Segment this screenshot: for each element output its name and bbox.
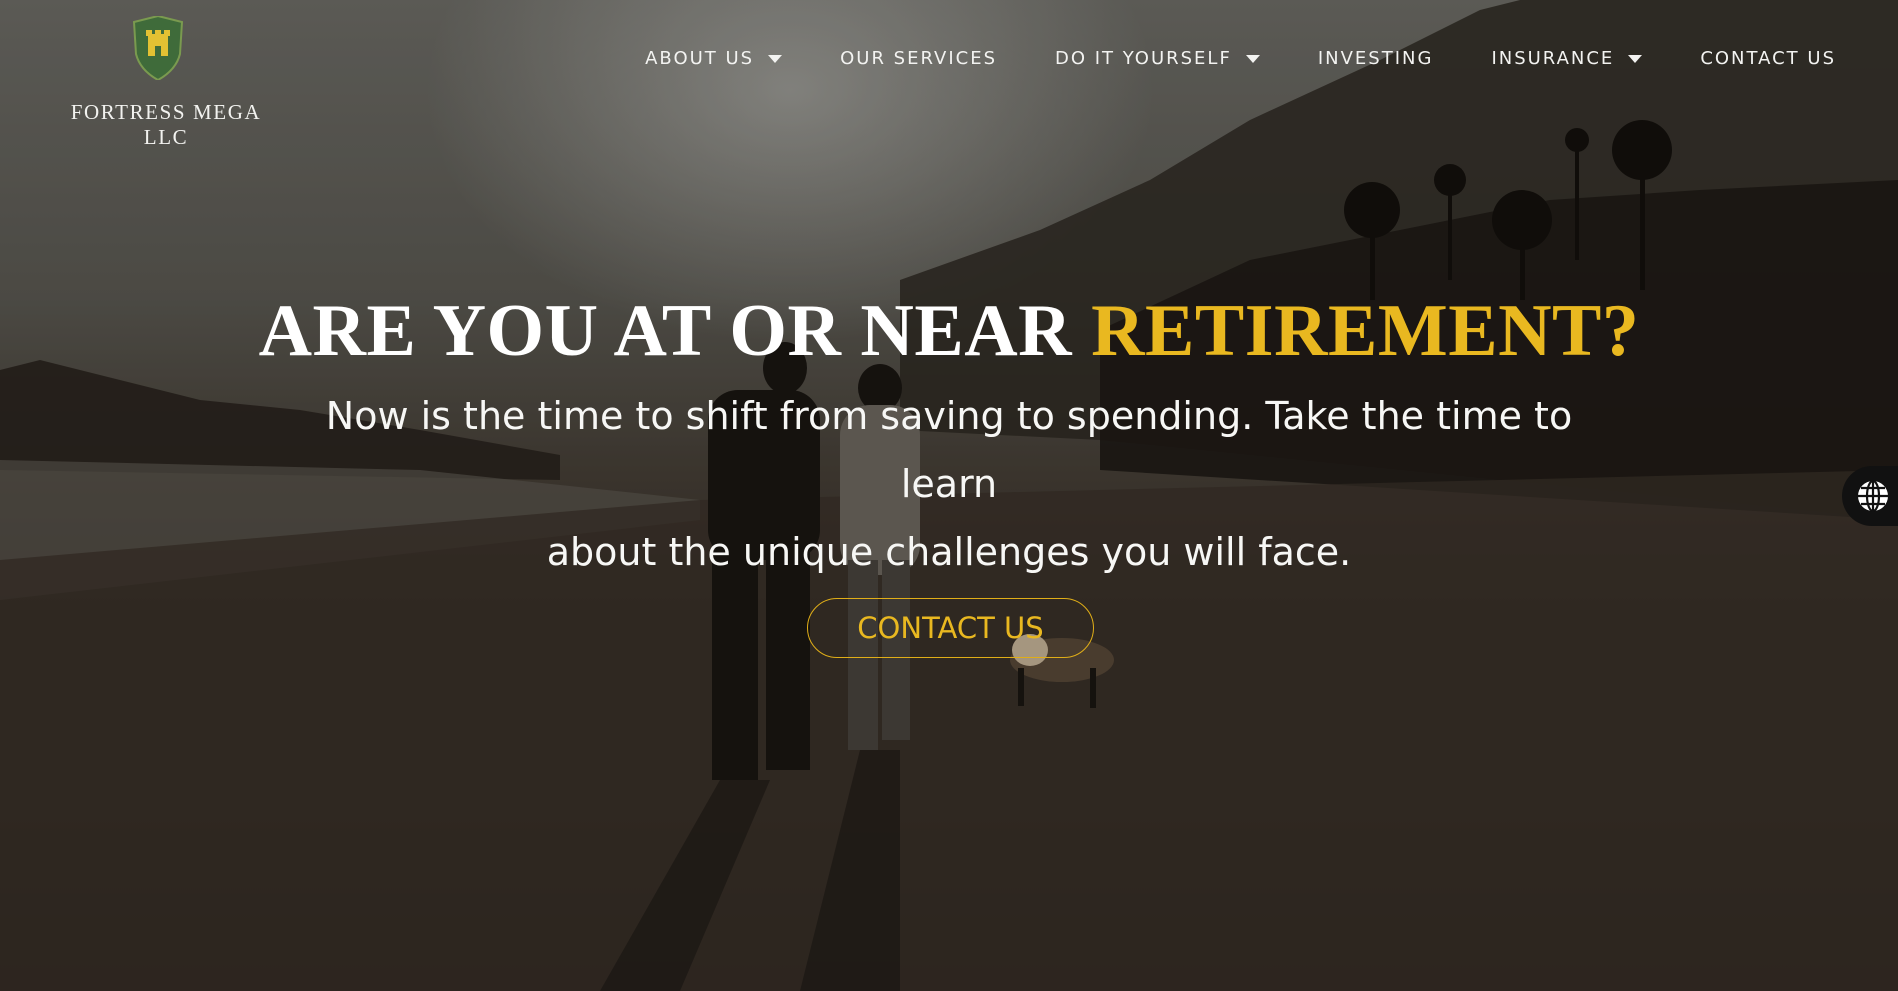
nav-label: ABOUT US [645, 48, 755, 69]
caret-down-icon [1245, 54, 1260, 63]
hero-subtext: Now is the time to shift from saving to … [280, 382, 1618, 586]
nav-label: INVESTING [1317, 48, 1434, 69]
brand-name: FORTRESS MEGA LLC [70, 100, 262, 149]
caret-down-icon [1628, 54, 1643, 63]
language-switcher-button[interactable] [1842, 466, 1898, 526]
nav-about-us[interactable]: ABOUT US [645, 48, 783, 69]
fortress-shield-icon [132, 16, 184, 80]
subtext-line-1: Now is the time to shift from saving to … [325, 394, 1573, 506]
globe-icon [1858, 479, 1888, 513]
nav-contact-us[interactable]: CONTACT US [1700, 48, 1836, 69]
nav-label: CONTACT US [1700, 48, 1836, 69]
nav-label: INSURANCE [1491, 48, 1615, 69]
subtext-line-2: about the unique challenges you will fac… [546, 530, 1352, 574]
nav-our-services[interactable]: OUR SERVICES [840, 48, 997, 69]
main-navigation: ABOUT US OUR SERVICES DO IT YOURSELF INV… [645, 48, 1836, 69]
nav-insurance[interactable]: INSURANCE [1491, 48, 1643, 69]
nav-investing[interactable]: INVESTING [1318, 48, 1434, 69]
nav-label: OUR SERVICES [840, 48, 997, 69]
hero-headline: ARE YOU AT OR NEAR RETIREMENT? [0, 294, 1898, 368]
contact-us-button[interactable]: CONTACT US [807, 598, 1094, 658]
nav-do-it-yourself[interactable]: DO IT YOURSELF [1055, 48, 1260, 69]
headline-main: ARE YOU AT OR NEAR [258, 290, 1092, 372]
headline-accent: RETIREMENT? [1091, 290, 1640, 372]
site-logo[interactable]: FORTRESS MEGA LLC [46, 16, 286, 149]
nav-label: DO IT YOURSELF [1055, 48, 1232, 69]
caret-down-icon [768, 54, 783, 63]
